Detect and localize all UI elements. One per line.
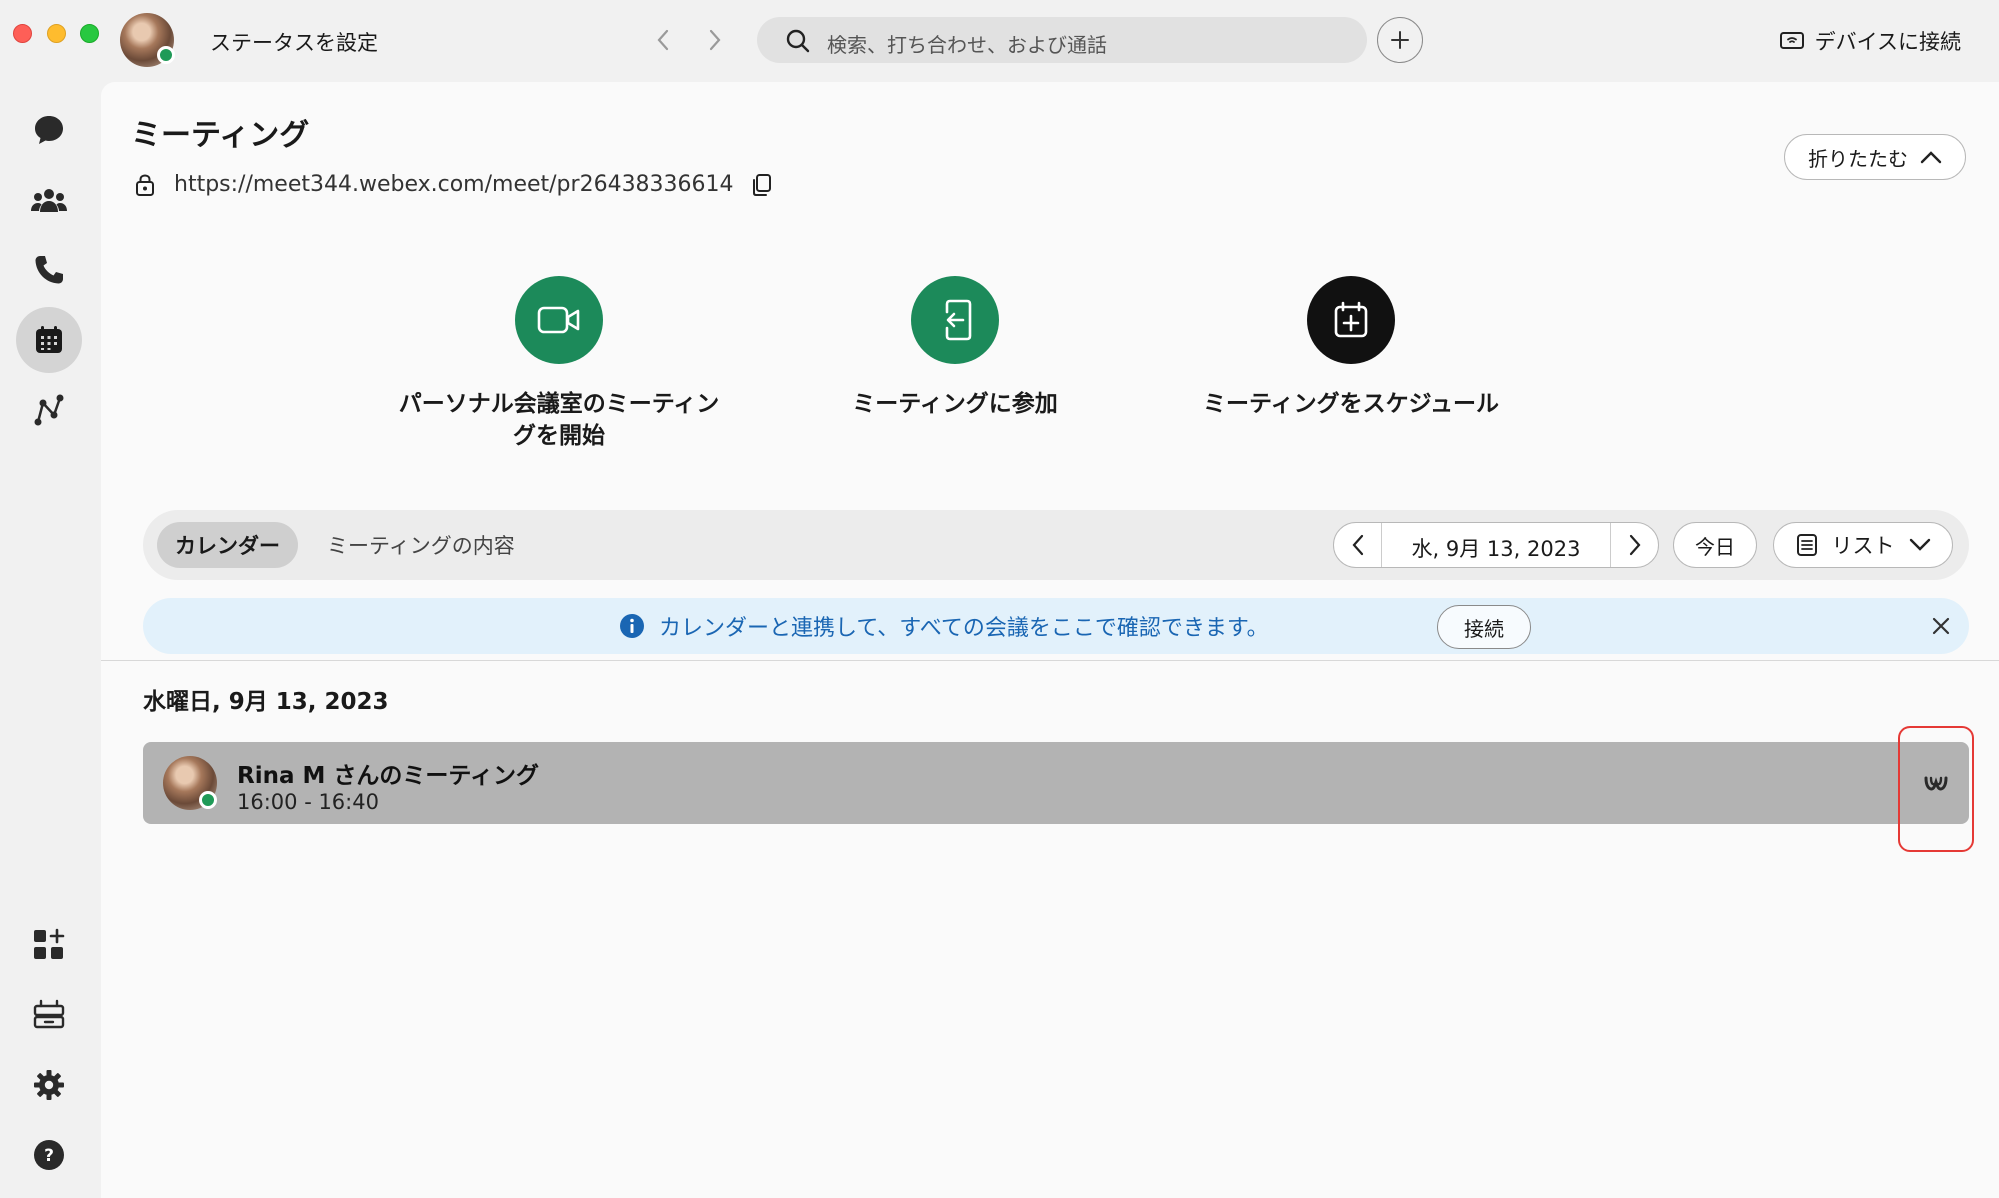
start-personal-meeting-action[interactable]: パーソナル会議室のミーティングを開始 <box>379 276 739 452</box>
desk-icon <box>33 999 65 1029</box>
tab-meeting-content[interactable]: ミーティングの内容 <box>309 522 533 568</box>
set-status-label[interactable]: ステータスを設定 <box>210 27 378 57</box>
sidebar: ? <box>0 82 101 1198</box>
title-bar: ステータスを設定 検索、打ち合わせ、および通話 デバイスに接続 <box>0 0 1999 82</box>
divider <box>101 660 1999 661</box>
connect-device-label: デバイスに接続 <box>1814 30 1961 54</box>
previous-day-button[interactable] <box>1334 523 1382 567</box>
view-select-label: リスト <box>1831 534 1895 558</box>
forward-button[interactable] <box>700 22 730 58</box>
help-icon: ? <box>34 1140 64 1170</box>
chevron-up-icon <box>1920 151 1942 164</box>
gear-icon <box>34 1070 64 1100</box>
calendar-integration-banner: カレンダーと連携して、すべての会議をここで確認できます。 接続 <box>143 598 1969 654</box>
chat-bubble-icon <box>35 116 63 144</box>
chevron-right-icon <box>1629 534 1640 556</box>
chevron-left-icon <box>657 29 669 51</box>
copy-icon[interactable] <box>752 173 772 197</box>
sidebar-item-calling[interactable] <box>16 237 82 303</box>
meetings-panel: ミーティング https://meet344.webex.com/meet/pr… <box>101 82 1999 1198</box>
date-navigator: 水, 9月 13, 2023 <box>1333 522 1659 568</box>
view-select[interactable]: リスト <box>1773 522 1953 568</box>
sidebar-item-workspace[interactable] <box>16 982 82 1048</box>
window-close-button[interactable] <box>13 24 32 43</box>
calendar-plus-icon <box>1334 301 1368 338</box>
presence-indicator <box>157 46 175 64</box>
people-icon <box>31 189 67 212</box>
join-meeting-button[interactable] <box>911 276 999 364</box>
collapse-button[interactable]: 折りたたむ <box>1784 134 1966 180</box>
search-input[interactable]: 検索、打ち合わせ、および通話 <box>757 17 1367 63</box>
chevron-right-icon <box>709 29 721 51</box>
page-title: ミーティング <box>131 118 310 153</box>
sidebar-item-teams[interactable] <box>16 167 82 233</box>
meeting-title: Rina M さんのミーティング <box>237 763 540 789</box>
video-camera-icon <box>537 306 580 334</box>
add-apps-icon <box>34 928 65 959</box>
sidebar-item-help[interactable]: ? <box>16 1122 82 1188</box>
join-meeting-action[interactable]: ミーティングに参加 <box>775 276 1135 420</box>
info-icon <box>620 614 644 638</box>
webex-icon[interactable] <box>1923 772 1949 794</box>
current-date[interactable]: 水, 9月 13, 2023 <box>1382 533 1610 563</box>
calendar-icon <box>36 326 62 353</box>
window-zoom-button[interactable] <box>80 24 99 43</box>
personal-room-url[interactable]: https://meet344.webex.com/meet/pr2643833… <box>174 172 734 197</box>
back-button[interactable] <box>648 22 678 58</box>
sidebar-item-settings[interactable] <box>16 1052 82 1118</box>
tab-calendar[interactable]: カレンダー <box>157 522 298 568</box>
date-heading: 水曜日, 9月 13, 2023 <box>143 689 389 715</box>
new-button[interactable] <box>1377 17 1423 63</box>
next-day-button[interactable] <box>1610 523 1658 567</box>
start-meeting-label: パーソナル会議室のミーティングを開始 <box>398 391 720 449</box>
meeting-list-item[interactable]: Rina M さんのミーティング 16:00 - 16:40 <box>143 742 1969 824</box>
join-door-icon <box>945 299 972 341</box>
presence-indicator <box>199 791 217 809</box>
sidebar-item-meetings[interactable] <box>16 307 82 373</box>
calendar-toolbar: カレンダー ミーティングの内容 水, 9月 13, 2023 今日 リスト <box>143 510 1969 580</box>
personal-room-url-row: https://meet344.webex.com/meet/pr2643833… <box>134 172 772 197</box>
chevron-down-icon <box>1909 538 1930 551</box>
plus-icon <box>1391 31 1409 49</box>
today-button[interactable]: 今日 <box>1673 522 1757 568</box>
device-icon <box>1779 32 1804 49</box>
network-icon <box>34 394 64 426</box>
sidebar-item-connections[interactable] <box>16 377 82 443</box>
phone-icon <box>35 256 63 284</box>
schedule-meeting-label: ミーティングをスケジュール <box>1202 391 1499 417</box>
join-meeting-label: ミーティングに参加 <box>852 391 1058 417</box>
collapse-label: 折りたたむ <box>1808 146 1908 171</box>
schedule-meeting-button[interactable] <box>1307 276 1395 364</box>
banner-message: カレンダーと連携して、すべての会議をここで確認できます。 <box>659 616 1269 641</box>
search-placeholder: 検索、打ち合わせ、および通話 <box>827 33 1107 57</box>
meeting-time: 16:00 - 16:40 <box>237 790 379 814</box>
start-meeting-button[interactable] <box>515 276 603 364</box>
svg-text:?: ? <box>44 1146 54 1166</box>
sidebar-item-messaging[interactable] <box>16 97 82 163</box>
connect-calendar-button[interactable]: 接続 <box>1437 605 1531 649</box>
list-icon <box>1796 534 1817 556</box>
window-minimize-button[interactable] <box>47 24 66 43</box>
close-icon[interactable] <box>1927 612 1955 640</box>
schedule-meeting-action[interactable]: ミーティングをスケジュール <box>1171 276 1531 420</box>
search-icon <box>786 29 810 53</box>
connect-device-button[interactable]: デバイスに接続 <box>1779 24 1961 58</box>
lock-icon <box>136 173 154 196</box>
sidebar-item-apps[interactable] <box>16 912 82 978</box>
chevron-left-icon <box>1352 534 1363 556</box>
